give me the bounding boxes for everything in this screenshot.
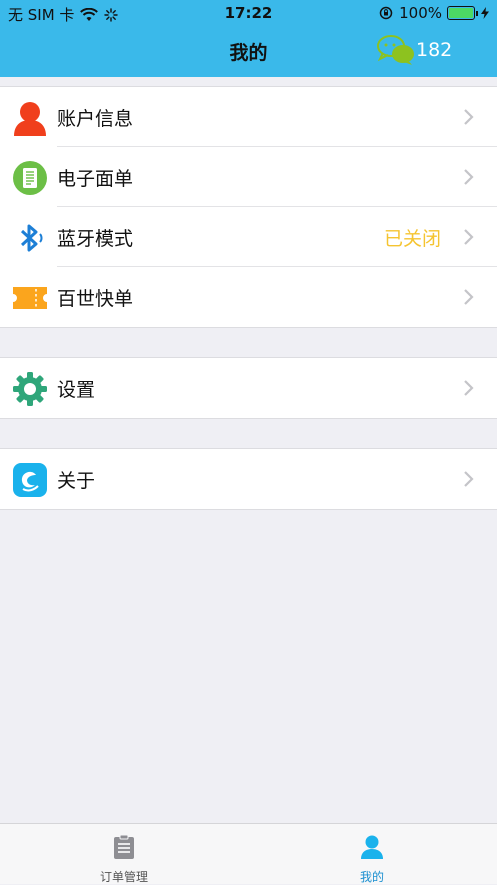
clipboard-icon (114, 834, 134, 859)
tab-bar: 订单管理 我的 (0, 823, 497, 884)
bluetooth-icon (20, 224, 43, 252)
status-bar: 无 SIM 卡 17:22 100% (0, 0, 497, 26)
chevron-right-icon (464, 289, 474, 305)
ticket-icon (13, 287, 47, 309)
tab-order-management[interactable]: 订单管理 (0, 824, 248, 884)
menu-item-label: 蓝牙模式 (57, 228, 134, 250)
chevron-right-icon (464, 471, 474, 487)
battery-icon (447, 6, 475, 20)
menu-item-label: 电子面单 (57, 168, 134, 190)
profile-icon (361, 835, 383, 859)
menu-item-account-info[interactable]: 账户信息 (0, 87, 497, 147)
menu-item-label: 设置 (57, 379, 96, 401)
chevron-right-icon (464, 109, 474, 125)
tab-mine[interactable]: 我的 (248, 824, 496, 884)
menu-item-label: 关于 (57, 470, 96, 492)
document-icon (13, 161, 47, 195)
menu-item-label: 百世快单 (57, 288, 134, 310)
menu-group-about: 关于 (0, 448, 497, 510)
chevron-right-icon (464, 169, 474, 185)
menu-item-settings[interactable]: 设置 (0, 358, 497, 418)
app-logo-icon (13, 463, 47, 497)
chevron-right-icon (464, 380, 474, 396)
menu-item-best-quick-order[interactable]: 百世快单 (0, 267, 497, 327)
menu-item-label: 账户信息 (57, 108, 134, 130)
orientation-lock-icon (379, 6, 393, 20)
chat-bubble-icon[interactable] (376, 34, 416, 66)
battery-percent: 100% (399, 4, 442, 22)
tab-label: 我的 (359, 870, 384, 884)
chat-count[interactable]: 182 (416, 39, 452, 61)
menu-group-account: 账户信息 电子面单 蓝牙模式 已关闭 百世快单 (0, 86, 497, 328)
gear-icon (13, 372, 47, 406)
menu-group-settings: 设置 (0, 357, 497, 419)
user-icon (14, 102, 46, 136)
app-header: 无 SIM 卡 17:22 100% 我的 182 (0, 0, 497, 77)
menu-item-bluetooth-mode[interactable]: 蓝牙模式 已关闭 (0, 207, 497, 267)
menu-item-electronic-waybill[interactable]: 电子面单 (0, 147, 497, 207)
charging-icon (481, 7, 489, 19)
bluetooth-status: 已关闭 (383, 228, 441, 250)
menu-item-about[interactable]: 关于 (0, 449, 497, 509)
tab-label: 订单管理 (99, 870, 148, 884)
chevron-right-icon (464, 229, 474, 245)
